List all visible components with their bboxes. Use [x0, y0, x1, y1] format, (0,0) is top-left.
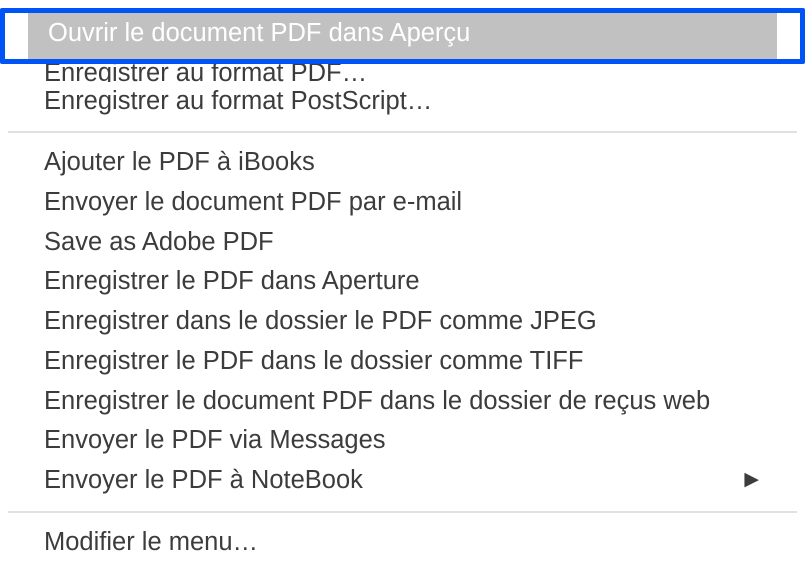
menu-item-label: Enregistrer au format PostScript…	[44, 84, 432, 120]
menu-item-save-postscript[interactable]: Enregistrer au format PostScript…	[0, 82, 805, 122]
menu-item-label: Envoyer le PDF à NoteBook	[44, 463, 363, 499]
menu-section-top: Enregistrer au format PDF… Enregistrer a…	[0, 60, 805, 130]
menu-item-edit-menu[interactable]: Modifier le menu…	[0, 523, 805, 563]
menu-item-label: Ouvrir le document PDF dans Aperçu	[48, 16, 470, 52]
menu-item-partial-cut: Enregistrer au format PDF…	[0, 64, 805, 82]
menu-item-save-pdf[interactable]: Enregistrer au format PDF…	[0, 65, 411, 80]
submenu-arrow-icon: ▶	[744, 467, 761, 494]
menu-section-main: Ajouter le PDF à iBooks Envoyer le docum…	[0, 135, 805, 508]
pdf-dropdown-menu: Ouvrir le document PDF dans Aperçu Enreg…	[0, 8, 805, 570]
menu-item-label: Ajouter le PDF à iBooks	[44, 145, 315, 181]
menu-item-save-tiff[interactable]: Enregistrer le PDF dans le dossier comme…	[0, 342, 805, 382]
menu-item-label: Enregistrer dans le dossier le PDF comme…	[44, 304, 597, 340]
menu-item-label: Enregistrer le PDF dans Aperture	[44, 264, 420, 300]
menu-item-label: Enregistrer au format PDF…	[44, 67, 367, 80]
menu-separator	[8, 131, 797, 133]
menu-section-bottom: Modifier le menu…	[0, 515, 805, 570]
menu-item-open-preview[interactable]: Ouvrir le document PDF dans Aperçu	[28, 8, 777, 60]
menu-separator	[8, 511, 797, 513]
menu-item-label: Enregistrer le document PDF dans le doss…	[44, 384, 710, 420]
menu-item-save-adobe-pdf[interactable]: Save as Adobe PDF	[0, 223, 805, 263]
menu-item-label: Envoyer le document PDF par e-mail	[44, 185, 462, 221]
menu-item-save-aperture[interactable]: Enregistrer le PDF dans Aperture	[0, 262, 805, 302]
menu-item-label: Modifier le menu…	[44, 525, 258, 561]
menu-item-label: Save as Adobe PDF	[44, 225, 274, 261]
menu-item-add-ibooks[interactable]: Ajouter le PDF à iBooks	[0, 143, 805, 183]
menu-item-label: Enregistrer le PDF dans le dossier comme…	[44, 344, 583, 380]
menu-item-send-messages[interactable]: Envoyer le PDF via Messages	[0, 421, 805, 461]
menu-item-label: Envoyer le PDF via Messages	[44, 423, 386, 459]
menu-item-send-notebook[interactable]: Envoyer le PDF à NoteBook ▶	[0, 461, 805, 501]
menu-item-save-web-receipts[interactable]: Enregistrer le document PDF dans le doss…	[0, 382, 805, 422]
menu-item-send-email[interactable]: Envoyer le document PDF par e-mail	[0, 183, 805, 223]
menu-item-highlight: Ouvrir le document PDF dans Aperçu	[28, 8, 777, 60]
menu-item-save-jpeg[interactable]: Enregistrer dans le dossier le PDF comme…	[0, 302, 805, 342]
